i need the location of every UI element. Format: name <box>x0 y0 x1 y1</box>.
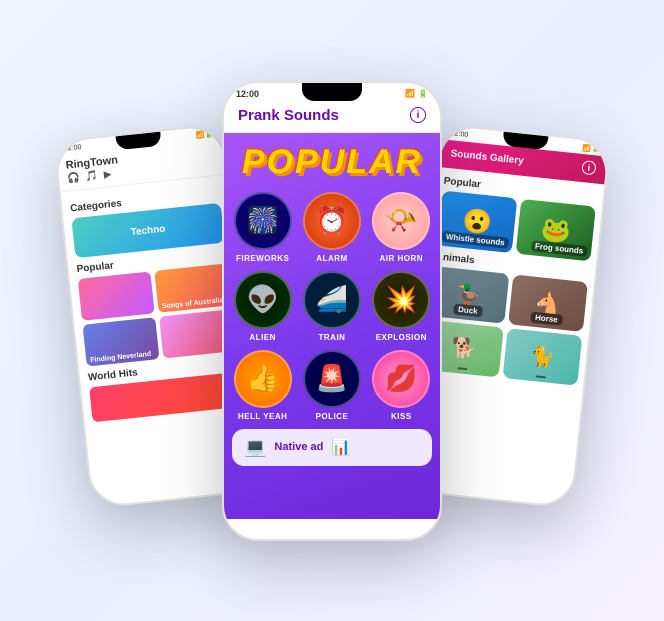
sound-item-airhorn[interactable]: 📯 AIR HORN <box>371 192 432 263</box>
left-status-icons: 📶🔋 <box>196 130 214 140</box>
left-pop-label-2: Songs of Australia <box>162 297 224 310</box>
alien-label: ALIEN <box>249 333 276 342</box>
ad-chart-icon: 📊 <box>331 437 351 457</box>
right-frog-label: Frog sounds <box>530 240 587 257</box>
alarm-label: ALARM <box>316 254 347 263</box>
train-label: TRAIN <box>319 333 346 342</box>
left-pop-label-3: Finding Neverland <box>90 350 151 363</box>
fireworks-label: FIREWORKS <box>236 254 289 263</box>
cat-icon: 🐈 <box>529 343 556 370</box>
native-ad-text: Native ad <box>274 441 323 453</box>
left-pop-card-3[interactable]: Finding Neverland <box>83 317 160 366</box>
sound-item-explosion[interactable]: 💥 EXPLOSION <box>371 271 432 342</box>
center-app-header: Prank Sounds i <box>224 101 440 133</box>
right-status-icons: 📶🔋 <box>582 143 600 153</box>
kiss-label: KISS <box>391 412 412 421</box>
left-pop-card-2[interactable]: Songs of Australia <box>154 263 231 312</box>
left-categories-card-text: Techno <box>130 223 166 238</box>
center-phone: 12:00 📶 🔋 Prank Sounds i POPULAR 🎆 FIREW… <box>222 81 442 541</box>
wifi-icon: 📶 <box>405 89 415 98</box>
police-label: POLICE <box>316 412 349 421</box>
explosion-label: EXPLOSION <box>376 333 427 342</box>
train-circle: 🚄 <box>303 271 361 329</box>
right-app-title: Sounds Gallery <box>450 147 524 166</box>
alien-circle: 👽 <box>234 271 292 329</box>
airhorn-label: AIR HORN <box>380 254 424 263</box>
center-status-icons: 📶 🔋 <box>405 89 428 98</box>
left-popular-grid: Songs of Australia Finding Neverland <box>78 263 236 366</box>
fireworks-circle: 🎆 <box>234 192 292 250</box>
dog-label <box>457 367 467 370</box>
center-body: POPULAR 🎆 FIREWORKS ⏰ ALARM 📯 AIR HORN 👽… <box>224 133 440 519</box>
left-pop-card-1[interactable] <box>78 271 155 320</box>
sound-item-alarm[interactable]: ⏰ ALARM <box>301 192 362 263</box>
airhorn-circle: 📯 <box>372 192 430 250</box>
phones-container: 12:00 📶🔋 RingTown 🎧 🎵 ▶ Categories Techn… <box>42 21 622 601</box>
popular-heading: POPULAR <box>242 143 422 182</box>
sound-item-police[interactable]: 🚨 POLICE <box>301 350 362 421</box>
right-popular-grid: 😮 Whistle sounds 🐸 Frog sounds <box>437 190 596 261</box>
right-whistle-card[interactable]: 😮 Whistle sounds <box>437 190 517 253</box>
center-app-title: Prank Sounds <box>238 107 339 124</box>
explosion-circle: 💥 <box>372 271 430 329</box>
battery-icon: 🔋 <box>418 89 428 98</box>
sound-item-fireworks[interactable]: 🎆 FIREWORKS <box>232 192 293 263</box>
police-circle: 🚨 <box>303 350 361 408</box>
ad-icon: 💻 <box>244 437 266 458</box>
info-button[interactable]: i <box>410 107 426 123</box>
headphone-icon: 🎧 <box>67 172 81 184</box>
right-info-button[interactable]: i <box>581 160 596 175</box>
animal-card-cat[interactable]: 🐈 <box>503 328 583 386</box>
center-phone-notch <box>302 83 362 101</box>
info-icon: i <box>417 110 420 121</box>
cat-label <box>535 375 545 378</box>
right-time: 12:00 <box>450 130 468 140</box>
animals-grid: 🦆 Duck 🐴 Horse 🐕 🐈 <box>424 266 588 386</box>
alarm-circle: ⏰ <box>303 192 361 250</box>
native-ad-bar: 💻 Native ad 📊 <box>232 429 432 466</box>
hellyeah-label: HELL YEAH <box>238 412 288 421</box>
sound-item-kiss[interactable]: 💋 KISS <box>371 350 432 421</box>
right-frog-card[interactable]: 🐸 Frog sounds <box>516 198 596 261</box>
left-time: 12:00 <box>64 143 82 153</box>
animal-card-horse[interactable]: 🐴 Horse <box>508 274 588 332</box>
sound-item-train[interactable]: 🚄 TRAIN <box>301 271 362 342</box>
sounds-grid: 🎆 FIREWORKS ⏰ ALARM 📯 AIR HORN 👽 ALIEN 🚄 <box>232 192 432 421</box>
kiss-circle: 💋 <box>372 350 430 408</box>
center-time: 12:00 <box>236 89 259 99</box>
sound-item-hellyeah[interactable]: 👍 HELL YEAH <box>232 350 293 421</box>
play-icon: ▶ <box>103 169 112 181</box>
dog-icon: 🐕 <box>450 334 477 361</box>
sound-item-alien[interactable]: 👽 ALIEN <box>232 271 293 342</box>
music-icon: 🎵 <box>85 170 99 182</box>
hellyeah-circle: 👍 <box>234 350 292 408</box>
